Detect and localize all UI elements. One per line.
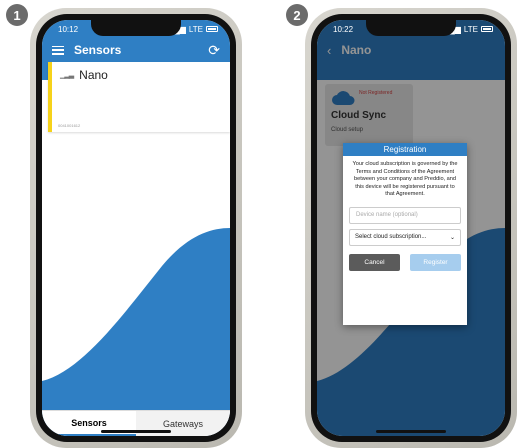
signal-strength-icon: ▁▂▃	[60, 72, 74, 79]
phone-screen-sensors: 10:12 ▂▄▆ LTE Sensors ⟳	[42, 20, 230, 436]
page-title: Sensors	[74, 43, 122, 57]
notch	[366, 20, 456, 36]
menu-icon[interactable]	[52, 45, 64, 55]
sensor-name: Nano	[79, 68, 108, 82]
notch	[91, 20, 181, 36]
registration-dialog: Registration Your cloud subscription is …	[343, 143, 467, 325]
dialog-message: Your cloud subscription is governed by t…	[352, 161, 458, 198]
status-time: 10:22	[333, 24, 354, 34]
sensor-card-nano[interactable]: ▁▂▃ Nano 0041001612	[48, 62, 230, 132]
register-button[interactable]: Register	[410, 253, 461, 271]
tutorial-figure: 1 2 10:12 ▂▄▆ LTE Sens	[0, 0, 517, 448]
step-badge-1: 1	[6, 4, 28, 26]
subscription-select[interactable]: Select cloud subscription... ⌄	[349, 228, 461, 246]
device-name-input[interactable]: Device name (optional)	[349, 206, 461, 224]
sensor-id: 0041001612	[58, 123, 81, 128]
battery-icon	[206, 26, 218, 32]
home-indicator	[376, 430, 446, 433]
home-indicator	[101, 430, 171, 433]
cancel-button[interactable]: Cancel	[349, 253, 400, 271]
chevron-down-icon: ⌄	[449, 234, 455, 241]
background-wave	[42, 228, 230, 436]
step-badge-2: 2	[286, 4, 308, 26]
network-label: LTE	[188, 24, 203, 34]
dialog-title: Registration	[343, 143, 467, 156]
phone-frame-1: 10:12 ▂▄▆ LTE Sensors ⟳	[30, 8, 242, 448]
status-time: 10:12	[58, 24, 79, 34]
phone-screen-registration: 10:22 ▂▄▆ LTE ‹ Nano	[317, 20, 505, 436]
subscription-select-value: Select cloud subscription...	[355, 234, 427, 241]
refresh-icon[interactable]: ⟳	[208, 42, 220, 59]
network-label: LTE	[463, 24, 478, 34]
phone-frame-2: 10:22 ▂▄▆ LTE ‹ Nano	[305, 8, 517, 448]
battery-icon	[481, 26, 493, 32]
